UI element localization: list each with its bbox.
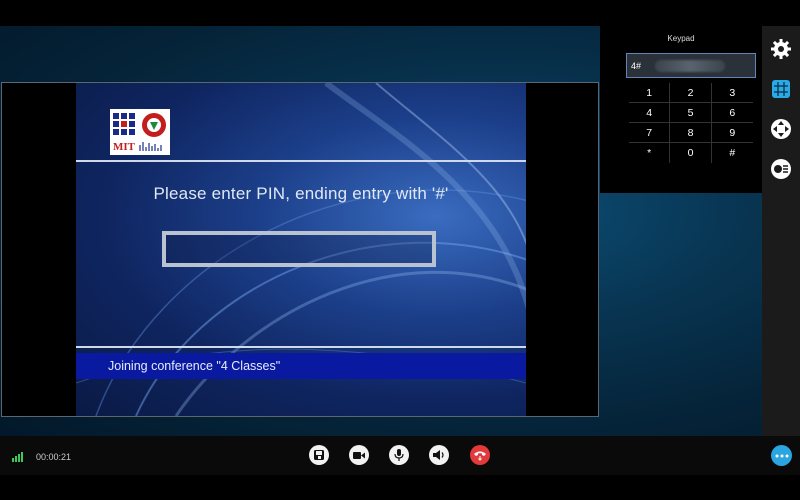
dtmf-input-blurred: [655, 59, 726, 72]
joining-status-text: Joining conference "4 Classes": [108, 359, 281, 373]
hangup-icon: [474, 451, 486, 461]
hangup-button[interactable]: [470, 445, 490, 465]
right-sidebar: [762, 26, 800, 436]
key-1[interactable]: 1: [629, 83, 671, 103]
microphone-icon: [394, 449, 404, 461]
slide-divider-top: [76, 160, 526, 162]
signal-strength-icon: [12, 452, 23, 462]
keypad-panel: Keypad 4# 1 2 3 4 5 6 7 8 9 * 0 #: [600, 26, 762, 193]
keypad-title: Keypad: [667, 34, 695, 43]
share-button[interactable]: [309, 445, 329, 465]
keypad-toggle-button[interactable]: [769, 77, 793, 101]
dtmf-input-value: 4#: [631, 60, 642, 71]
more-icon: [775, 454, 788, 457]
mit-logo: MIT: [110, 109, 170, 155]
key-7[interactable]: 7: [629, 123, 671, 143]
settings-button[interactable]: [769, 37, 793, 61]
key-4[interactable]: 4: [629, 103, 671, 123]
microphone-button[interactable]: [389, 445, 409, 465]
key-9[interactable]: 9: [711, 123, 753, 143]
more-options-button[interactable]: [771, 445, 792, 466]
top-bar: [0, 0, 800, 26]
bottom-letterbox: [0, 475, 800, 500]
camera-control-icon: [771, 119, 791, 139]
key-6[interactable]: 6: [711, 103, 753, 123]
share-icon: [314, 450, 324, 460]
layout-icon: [771, 159, 791, 179]
conference-slide: MIT Please enter PIN, ending entry with …: [76, 83, 526, 416]
key-8[interactable]: 8: [670, 123, 712, 143]
pin-entry-box: [162, 231, 436, 267]
video-icon: [353, 452, 365, 459]
key-0[interactable]: 0: [670, 143, 712, 163]
speaker-icon: [433, 450, 444, 460]
video-button[interactable]: [349, 445, 369, 465]
svg-text:MIT: MIT: [113, 141, 136, 153]
remote-video: MIT Please enter PIN, ending entry with …: [1, 82, 599, 417]
slide-divider-bottom: [76, 346, 526, 348]
pin-prompt: Please enter PIN, ending entry with '#': [153, 184, 449, 203]
gear-icon: [771, 39, 791, 59]
dtmf-input[interactable]: 4#: [626, 53, 756, 78]
camera-control-button[interactable]: [769, 117, 793, 141]
keypad-icon: [772, 80, 790, 98]
keypad-grid: 1 2 3 4 5 6 7 8 9 * 0 #: [629, 83, 753, 163]
speaker-button[interactable]: [429, 445, 449, 465]
key-hash[interactable]: #: [712, 143, 753, 163]
key-2[interactable]: 2: [670, 83, 712, 103]
key-5[interactable]: 5: [670, 103, 712, 123]
joining-status-strip: Joining conference "4 Classes": [76, 353, 526, 379]
key-star[interactable]: *: [629, 143, 671, 163]
call-timer: 00:00:21: [36, 452, 72, 462]
layout-button[interactable]: [769, 157, 793, 181]
key-3[interactable]: 3: [711, 83, 753, 103]
